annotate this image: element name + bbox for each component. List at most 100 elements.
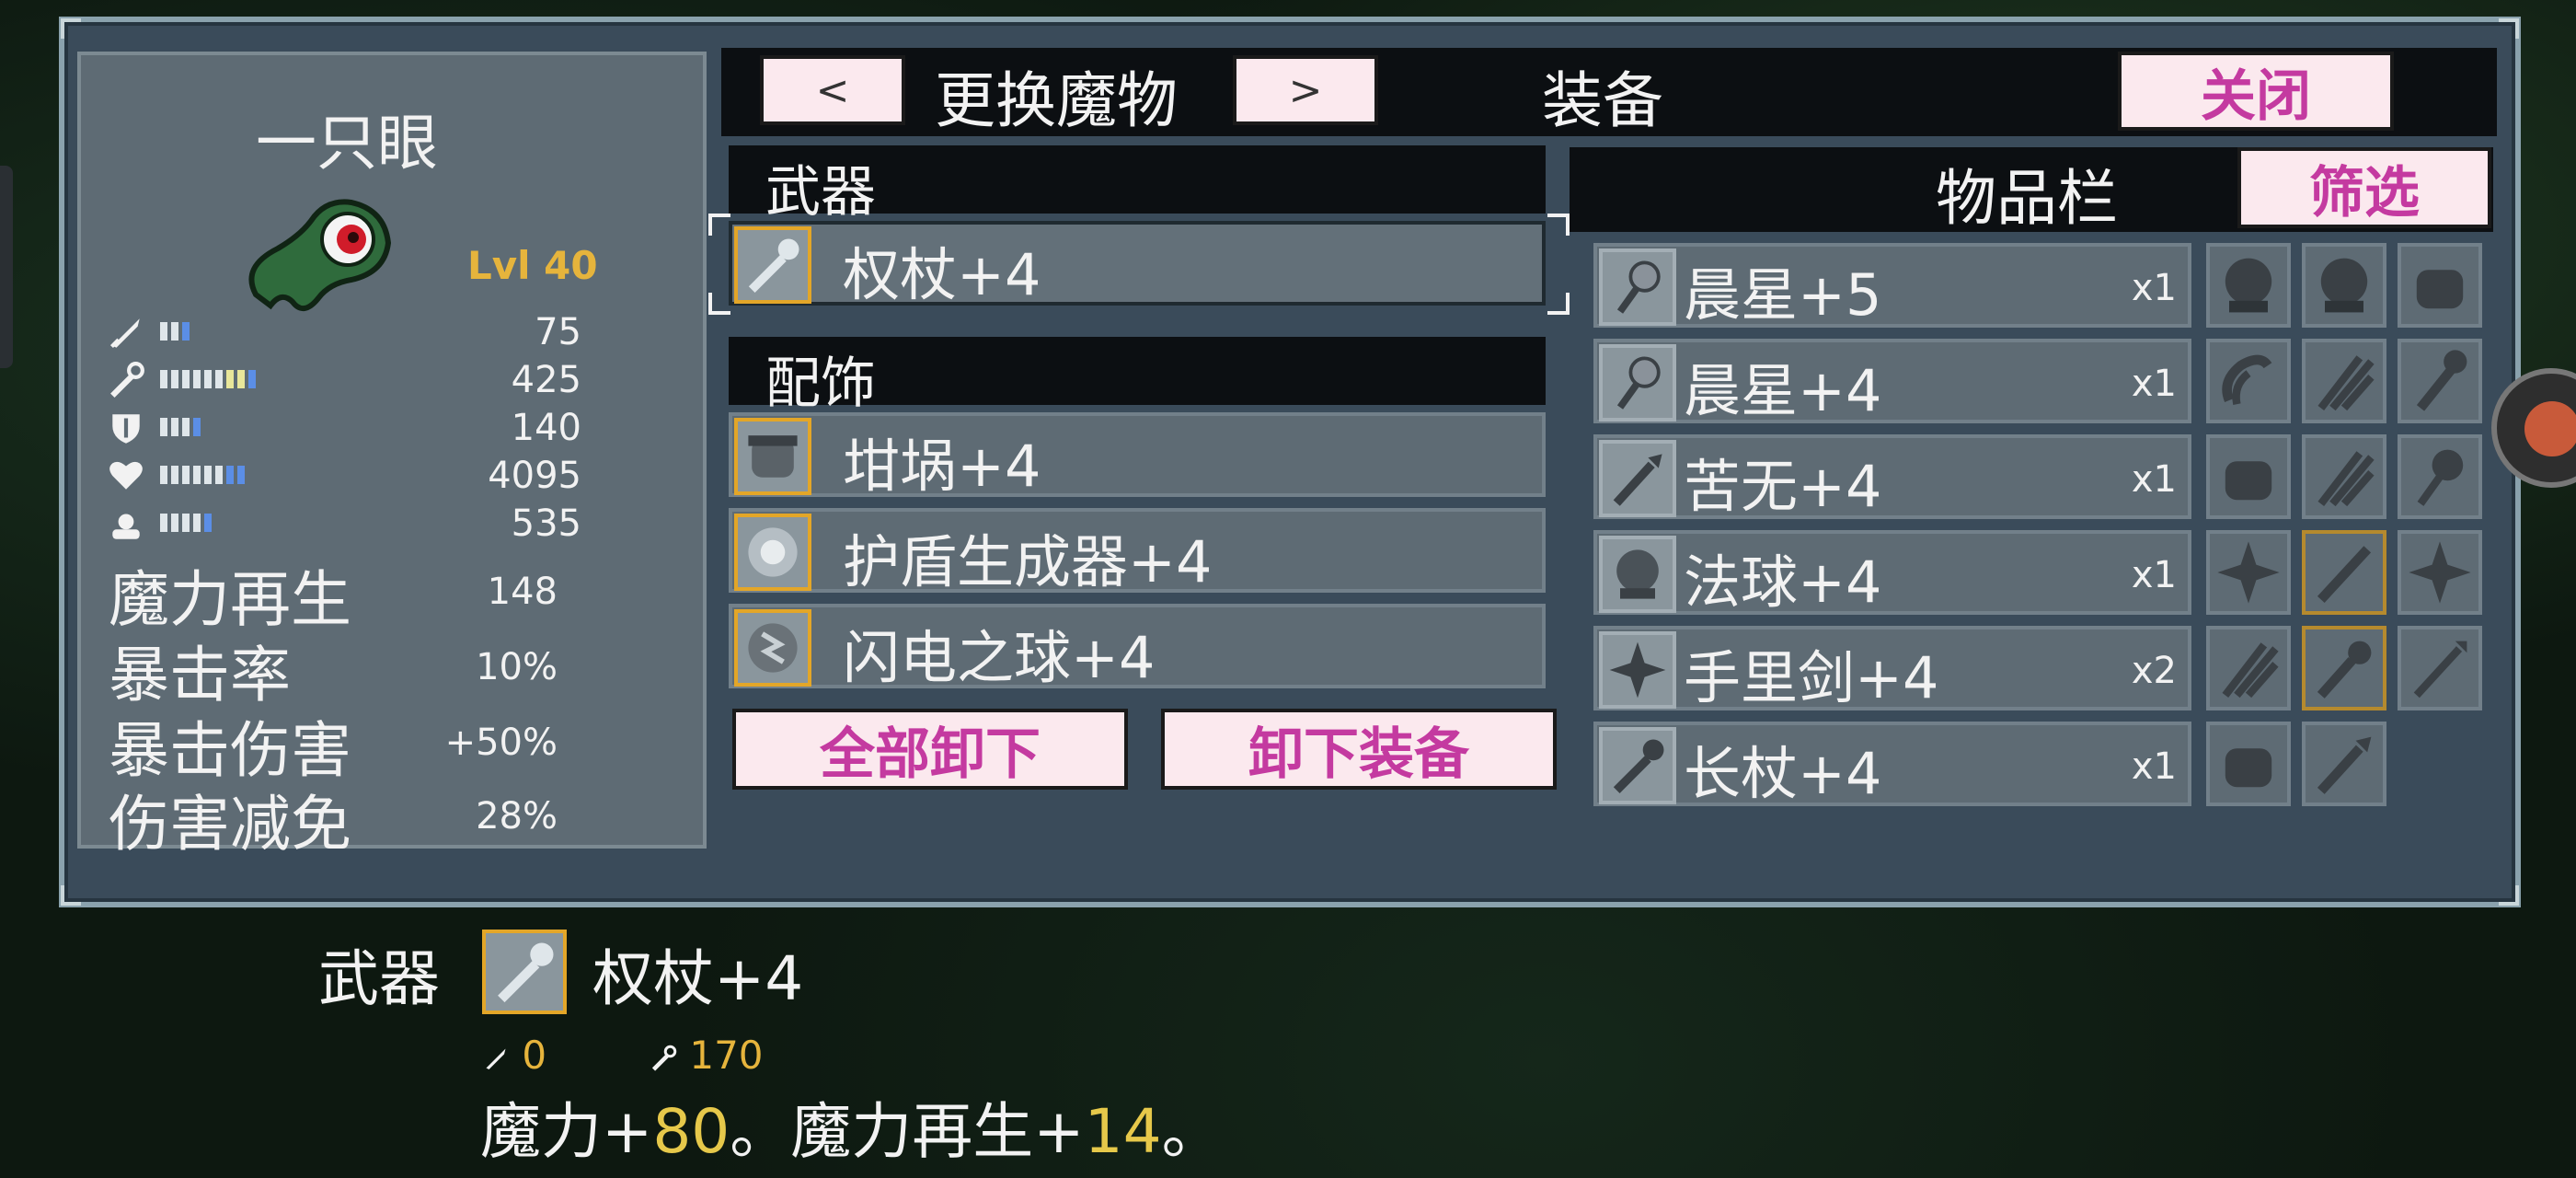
stat-value: 4095	[488, 455, 581, 497]
detail-magic-value: 170	[689, 1033, 764, 1078]
claw-icon[interactable]	[2302, 339, 2386, 423]
scepter-icon	[482, 930, 567, 1014]
inventory-row[interactable]: 手里剑+4 x2	[1593, 626, 2191, 711]
item-name: 法球+4	[1684, 549, 1882, 616]
stat-value: 10%	[476, 646, 558, 688]
dialog-corner	[2499, 18, 2519, 39]
item-count: x1	[2131, 458, 2177, 501]
item-name: 晨星+4	[1684, 357, 1882, 424]
weapon-section-header: 武器	[729, 145, 1546, 225]
stat-crit-rate: 暴击率 10%	[109, 626, 569, 710]
morningstar-icon	[1599, 344, 1676, 422]
staff-icon	[110, 362, 144, 398]
crucible-icon	[734, 418, 811, 495]
kunai-icon[interactable]	[2302, 722, 2386, 806]
accessory-name: 闪电之球+4	[843, 624, 1156, 691]
spear-icon[interactable]	[2398, 626, 2482, 710]
dialog-corner	[2499, 885, 2519, 906]
stat-label: 伤害减免	[109, 789, 351, 860]
claw-icon[interactable]	[2206, 626, 2291, 710]
morningstar-icon	[1599, 248, 1676, 326]
orb-icon[interactable]	[2206, 243, 2291, 328]
stat-bar	[160, 466, 245, 484]
weapon-slot[interactable]: 权杖+4	[729, 221, 1546, 308]
close-button[interactable]: 关闭	[2118, 52, 2394, 131]
next-monster-button[interactable]: >	[1233, 55, 1378, 125]
crucible-icon[interactable]	[2206, 722, 2291, 806]
inventory-row[interactable]: 晨星+4 x1	[1593, 339, 2191, 424]
sword-icon	[486, 1048, 506, 1069]
shuriken-icon[interactable]	[2398, 530, 2482, 615]
edge-tab[interactable]	[0, 166, 13, 368]
inventory-row[interactable]: 苦无+4 x1	[1593, 434, 2191, 520]
detail-description: 魔力+80。魔力再生+14。	[480, 1082, 1223, 1171]
stat-value: +50%	[444, 722, 558, 764]
shield-icon	[112, 414, 140, 444]
item-name: 苦无+4	[1684, 453, 1882, 520]
stat-value: 148	[487, 571, 558, 613]
detail-attack: 0	[482, 1033, 546, 1078]
stat-value: 75	[535, 311, 581, 353]
change-monster-label: 更换魔物	[935, 65, 1178, 136]
coil-icon[interactable]	[2206, 339, 2291, 423]
desc-number: 80	[652, 1096, 730, 1167]
accessory-name: 坩埚+4	[843, 433, 1041, 500]
claw-icon[interactable]	[2302, 434, 2386, 519]
inventory-title: 物品栏	[1936, 163, 2118, 234]
accessory-name: 护盾生成器+4	[843, 528, 1213, 595]
crucible-icon[interactable]	[2398, 243, 2482, 328]
selection-bracket	[1547, 214, 1570, 236]
inventory-row[interactable]: 长杖+4 x1	[1593, 722, 2191, 807]
inventory-row[interactable]: 晨星+5 x1	[1593, 243, 2191, 329]
crucible-icon[interactable]	[2206, 434, 2291, 519]
unequip-all-button[interactable]: 全部卸下	[732, 709, 1128, 790]
weapon-name: 权杖+4	[843, 241, 1041, 308]
accessory-slot[interactable]: 坩埚+4	[729, 412, 1546, 500]
shuriken-icon[interactable]	[2206, 530, 2291, 615]
accessory-slot[interactable]: 护盾生成器+4	[729, 508, 1546, 595]
accessory-slot[interactable]: 闪电之球+4	[729, 604, 1546, 691]
item-count: x1	[2131, 267, 2177, 309]
stat-value: 535	[511, 502, 581, 545]
item-name: 长杖+4	[1684, 740, 1882, 807]
stat-bar	[160, 418, 201, 436]
stat-value: 28%	[476, 795, 558, 837]
monster-level: Lvl 40	[467, 243, 598, 288]
item-name: 晨星+5	[1684, 261, 1882, 329]
stat-damage-reduction: 伤害减免 28%	[109, 775, 569, 860]
stat-attack: 75	[103, 309, 581, 353]
detail-category: 武器	[318, 943, 440, 1014]
scepter-icon	[734, 226, 811, 304]
desc-number: 14	[1084, 1096, 1162, 1167]
unequip-button[interactable]: 卸下装备	[1161, 709, 1557, 790]
prev-monster-button[interactable]: <	[760, 55, 905, 125]
scepter-icon[interactable]	[2302, 626, 2386, 710]
wand-icon[interactable]	[2398, 339, 2482, 423]
stat-magic: 425	[103, 357, 581, 401]
boot-icon	[112, 514, 140, 539]
stat-bar	[160, 322, 190, 341]
sword-icon	[109, 318, 140, 349]
one-eye-monster-sprite	[248, 199, 392, 311]
staff-icon	[651, 1045, 677, 1071]
inventory-row[interactable]: 法球+4 x1	[1593, 530, 2191, 616]
shield-generator-icon	[734, 514, 811, 591]
morningstar-icon[interactable]	[2398, 434, 2482, 519]
rod-icon[interactable]	[2302, 530, 2386, 615]
orb-icon[interactable]	[2302, 243, 2386, 328]
lightning-orb-icon	[734, 609, 811, 687]
stat-crit-damage: 暴击伤害 +50%	[109, 701, 569, 786]
stat-bar	[160, 514, 212, 532]
stat-mana-regen: 魔力再生 148	[109, 550, 569, 635]
detail-magic: 170	[650, 1033, 764, 1078]
app-badge-icon	[2524, 401, 2576, 456]
selection-bracket	[1547, 293, 1570, 315]
accessory-section-header: 配饰	[729, 337, 1546, 416]
shuriken-icon	[1599, 631, 1676, 709]
desc-text: 。	[1161, 1096, 1223, 1167]
heart-icon	[109, 461, 143, 490]
desc-text: 。魔力再生+	[730, 1096, 1085, 1167]
kunai-icon	[1599, 440, 1676, 517]
filter-button[interactable]: 筛选	[2237, 147, 2491, 228]
long-staff-icon	[1599, 727, 1676, 804]
